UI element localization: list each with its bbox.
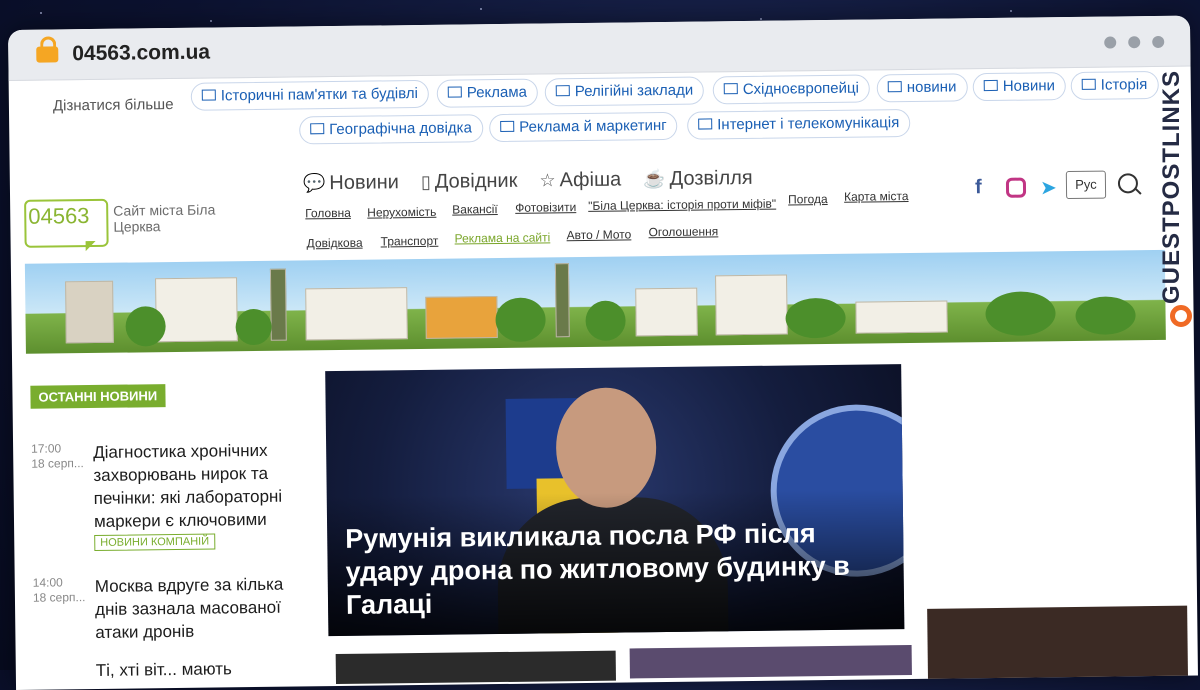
- star-decoration: [1010, 10, 1012, 12]
- window-dot-icon[interactable]: [1104, 36, 1117, 49]
- star-decoration: [480, 8, 482, 10]
- newspaper-icon: [983, 79, 998, 92]
- speech-bubble-icon: 💬: [302, 173, 326, 194]
- nav-directory[interactable]: ▯ Довідник: [421, 170, 518, 194]
- banner-building: [65, 280, 114, 344]
- banner-monument: [554, 263, 570, 338]
- banner-building: [635, 287, 698, 337]
- subnav-link[interactable]: Авто / Мото: [566, 227, 631, 242]
- subnav-link-ads[interactable]: Реклама на сайті: [454, 230, 550, 245]
- banner-tree: [585, 300, 626, 341]
- news-headline[interactable]: Ті, хті віт... мають: [96, 656, 306, 682]
- subnav-link[interactable]: Фотовізити: [515, 200, 576, 215]
- news-item[interactable]: 17:00 18 серп... Діагностика хронічних з…: [31, 438, 302, 551]
- banner-monument: [269, 268, 287, 341]
- browser-window: 04563.com.ua Дізнатися більше Історичні …: [8, 15, 1198, 690]
- newspaper-icon: [723, 83, 738, 95]
- banner-building: [425, 296, 498, 339]
- category-badge[interactable]: НОВИНИ КОМПАНІЙ: [94, 533, 216, 551]
- subnav-link[interactable]: "Біла Церква: історія проти міфів": [588, 197, 776, 213]
- topic-chip[interactable]: Історичні пам'ятки та будівлі: [190, 79, 430, 111]
- banner-building: [715, 274, 788, 336]
- topic-chip[interactable]: новини: [876, 73, 968, 103]
- newspaper-icon: [447, 86, 462, 98]
- cup-icon: ☕: [643, 168, 666, 190]
- banner-building: [155, 277, 238, 343]
- nav-news[interactable]: 💬 Новини: [303, 171, 399, 195]
- logo-speech-tail: [85, 240, 96, 252]
- instagram-icon[interactable]: [1005, 177, 1027, 198]
- facebook-icon[interactable]: f: [975, 176, 982, 199]
- topic-chip[interactable]: Релігійні заклади: [544, 76, 705, 107]
- main-nav: 💬 Новини ▯ Довідник ☆ Афіша ☕ Дозвілля: [303, 167, 753, 195]
- related-topics-label: Дізнатися більше: [52, 95, 174, 115]
- nav-leisure[interactable]: ☕ Дозвілля: [643, 167, 753, 191]
- language-button[interactable]: Рус: [1065, 170, 1107, 200]
- banner-tree: [785, 297, 846, 339]
- newspaper-icon: [201, 89, 216, 101]
- newspaper-icon: [310, 123, 325, 135]
- watermark-text: GUESTPOSTLINKS: [1158, 70, 1185, 305]
- subnav-link[interactable]: Карта міста: [844, 189, 909, 204]
- topic-chip[interactable]: Новини: [972, 72, 1067, 102]
- topic-chip[interactable]: Реклама: [436, 78, 539, 108]
- story-thumbnail[interactable]: [927, 605, 1189, 689]
- newspaper-icon: [698, 118, 713, 130]
- logo-number[interactable]: 04563: [28, 203, 90, 230]
- news-item[interactable]: Ті, хті віт... мають: [34, 656, 304, 689]
- window-controls: [1104, 35, 1165, 49]
- banner-tree: [1075, 296, 1136, 335]
- topic-chip[interactable]: Східноєвропейці: [712, 74, 871, 105]
- latest-news-label: ОСТАННІ НОВИНИ: [30, 384, 166, 409]
- banner-tree: [235, 308, 272, 346]
- link-icon: [1170, 305, 1192, 327]
- featured-story[interactable]: Румунія викликала посла РФ після удару д…: [325, 364, 905, 637]
- subnav-link[interactable]: Оголошення: [648, 224, 718, 239]
- newspaper-icon: [887, 81, 902, 93]
- related-topics-bar: Дізнатися більше Історичні пам'ятки та б…: [9, 68, 1160, 152]
- featured-headline[interactable]: Румунія викликала посла РФ після удару д…: [345, 516, 886, 622]
- lock-icon: [36, 46, 59, 63]
- logo-caption: Сайт міста Біла Церква: [113, 201, 216, 235]
- topic-chip[interactable]: Географічна довідка: [299, 114, 484, 145]
- newspaper-icon: [500, 120, 515, 132]
- subnav-link[interactable]: Погода: [788, 192, 828, 206]
- search-icon[interactable]: [1117, 173, 1139, 194]
- city-banner: [24, 249, 1166, 354]
- story-thumbnail[interactable]: [629, 645, 912, 679]
- book-icon: ▯: [420, 171, 431, 192]
- star-decoration: [760, 18, 762, 20]
- star-decoration: [40, 12, 42, 14]
- window-dot-icon[interactable]: [1128, 36, 1141, 49]
- story-thumbnail[interactable]: [335, 650, 616, 685]
- banner-building: [855, 300, 948, 334]
- telegram-icon[interactable]: ➤: [1040, 175, 1057, 200]
- speaker-photo: [555, 387, 657, 509]
- star-decoration: [210, 20, 212, 22]
- news-headline[interactable]: Діагностика хронічних захворювань нирок …: [93, 438, 304, 533]
- newspaper-icon: [1081, 78, 1096, 90]
- topic-chip[interactable]: Інтернет і телекомунікація: [687, 108, 911, 140]
- url-text[interactable]: 04563.com.ua: [72, 41, 210, 67]
- banner-tree: [985, 291, 1056, 337]
- nav-poster[interactable]: ☆ Афіша: [539, 169, 621, 193]
- topic-chip[interactable]: Реклама й маркетинг: [489, 111, 678, 143]
- subnav-link[interactable]: Нерухомість: [367, 205, 436, 220]
- subnav-link[interactable]: Вакансії: [452, 202, 498, 217]
- window-dot-icon[interactable]: [1152, 35, 1165, 49]
- news-headline[interactable]: Москва вдруге за кілька днів зазнала мас…: [95, 572, 306, 644]
- news-item[interactable]: 14:00 18 серп... Москва вдруге за кілька…: [33, 572, 304, 645]
- star-icon: ☆: [539, 170, 556, 191]
- subnav-link[interactable]: Головна: [305, 206, 351, 221]
- banner-tree: [495, 297, 546, 343]
- subnav-link[interactable]: Довідкова: [307, 236, 363, 251]
- subnav-link[interactable]: Транспорт: [381, 234, 439, 249]
- topic-chip[interactable]: Історія: [1070, 70, 1159, 101]
- banner-building: [305, 287, 408, 341]
- newspaper-icon: [555, 85, 570, 97]
